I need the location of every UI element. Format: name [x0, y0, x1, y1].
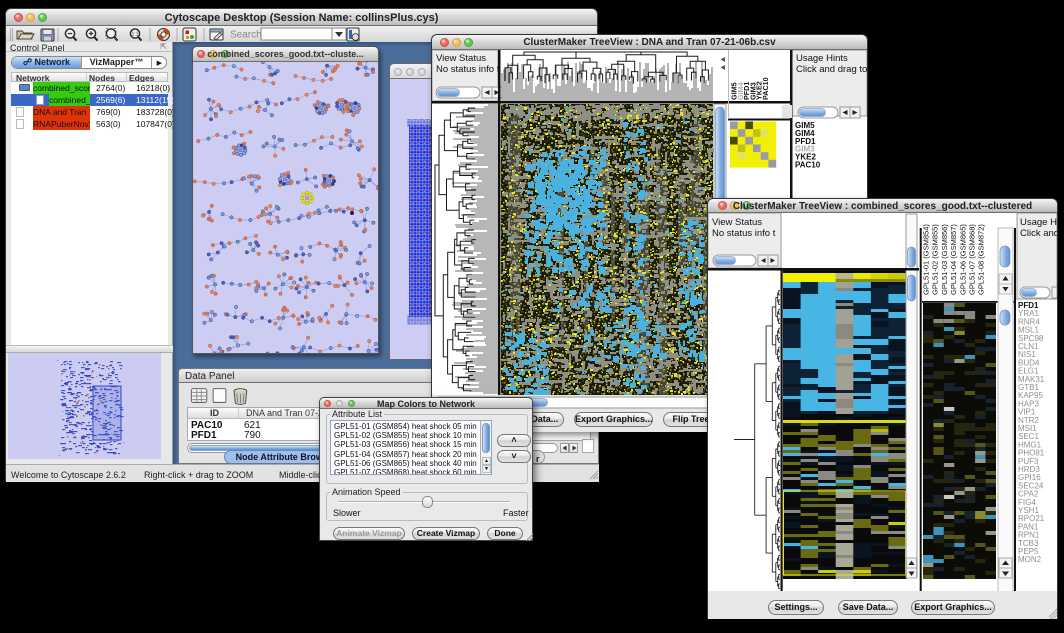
svg-text:No status info f: No status info f [436, 64, 500, 75]
svg-text:Usage Hints: Usage Hints [796, 53, 848, 64]
svg-text:Click and drag to: Click and drag to [796, 64, 867, 75]
svg-text:View Status: View Status [436, 53, 486, 64]
svg-text:Search:: Search: [230, 30, 264, 41]
svg-text:1:1: 1:1 [132, 32, 139, 38]
